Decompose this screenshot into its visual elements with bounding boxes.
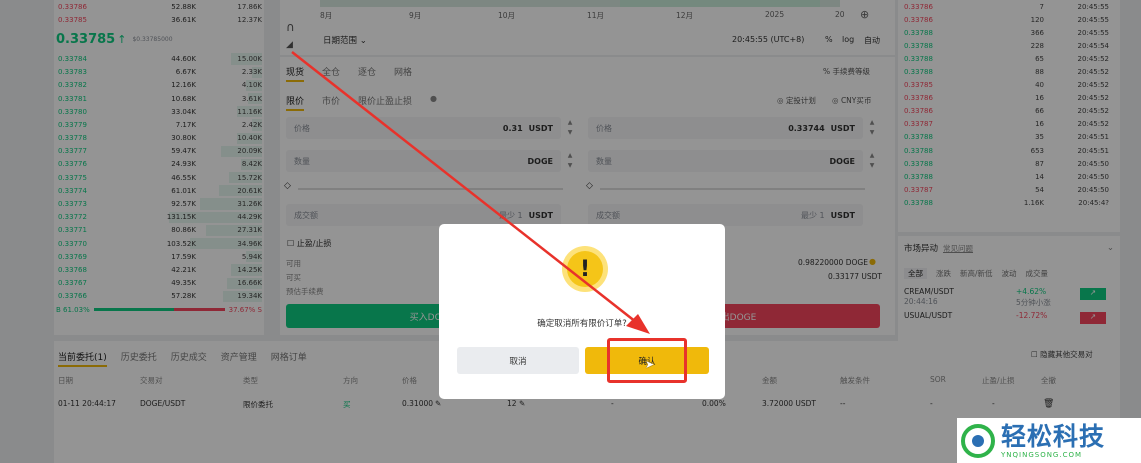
dialog-message: 确定取消所有限价订单? — [537, 319, 627, 329]
cancel-button-label: 取消 — [509, 356, 527, 367]
watermark: 轻松科技 YNQINGSONG.COM — [957, 418, 1141, 463]
brand-name: 轻松科技 — [1001, 421, 1106, 451]
cursor-icon: ➤ — [645, 358, 655, 371]
trading-app: 0.33786 52.88K 17.86K 0.33785 36.61K 12.37K 0… — [0, 0, 1141, 463]
confirm-dialog: ! 确定取消所有限价订单? 取消 确认 ➤ — [439, 224, 725, 399]
cancel-button[interactable]: 取消 — [457, 347, 579, 374]
warning-icon: ! — [562, 246, 608, 292]
brand-domain: YNQINGSONG.COM — [1001, 450, 1083, 459]
warning-glyph: ! — [567, 251, 603, 287]
brand-logo-icon — [961, 423, 995, 458]
